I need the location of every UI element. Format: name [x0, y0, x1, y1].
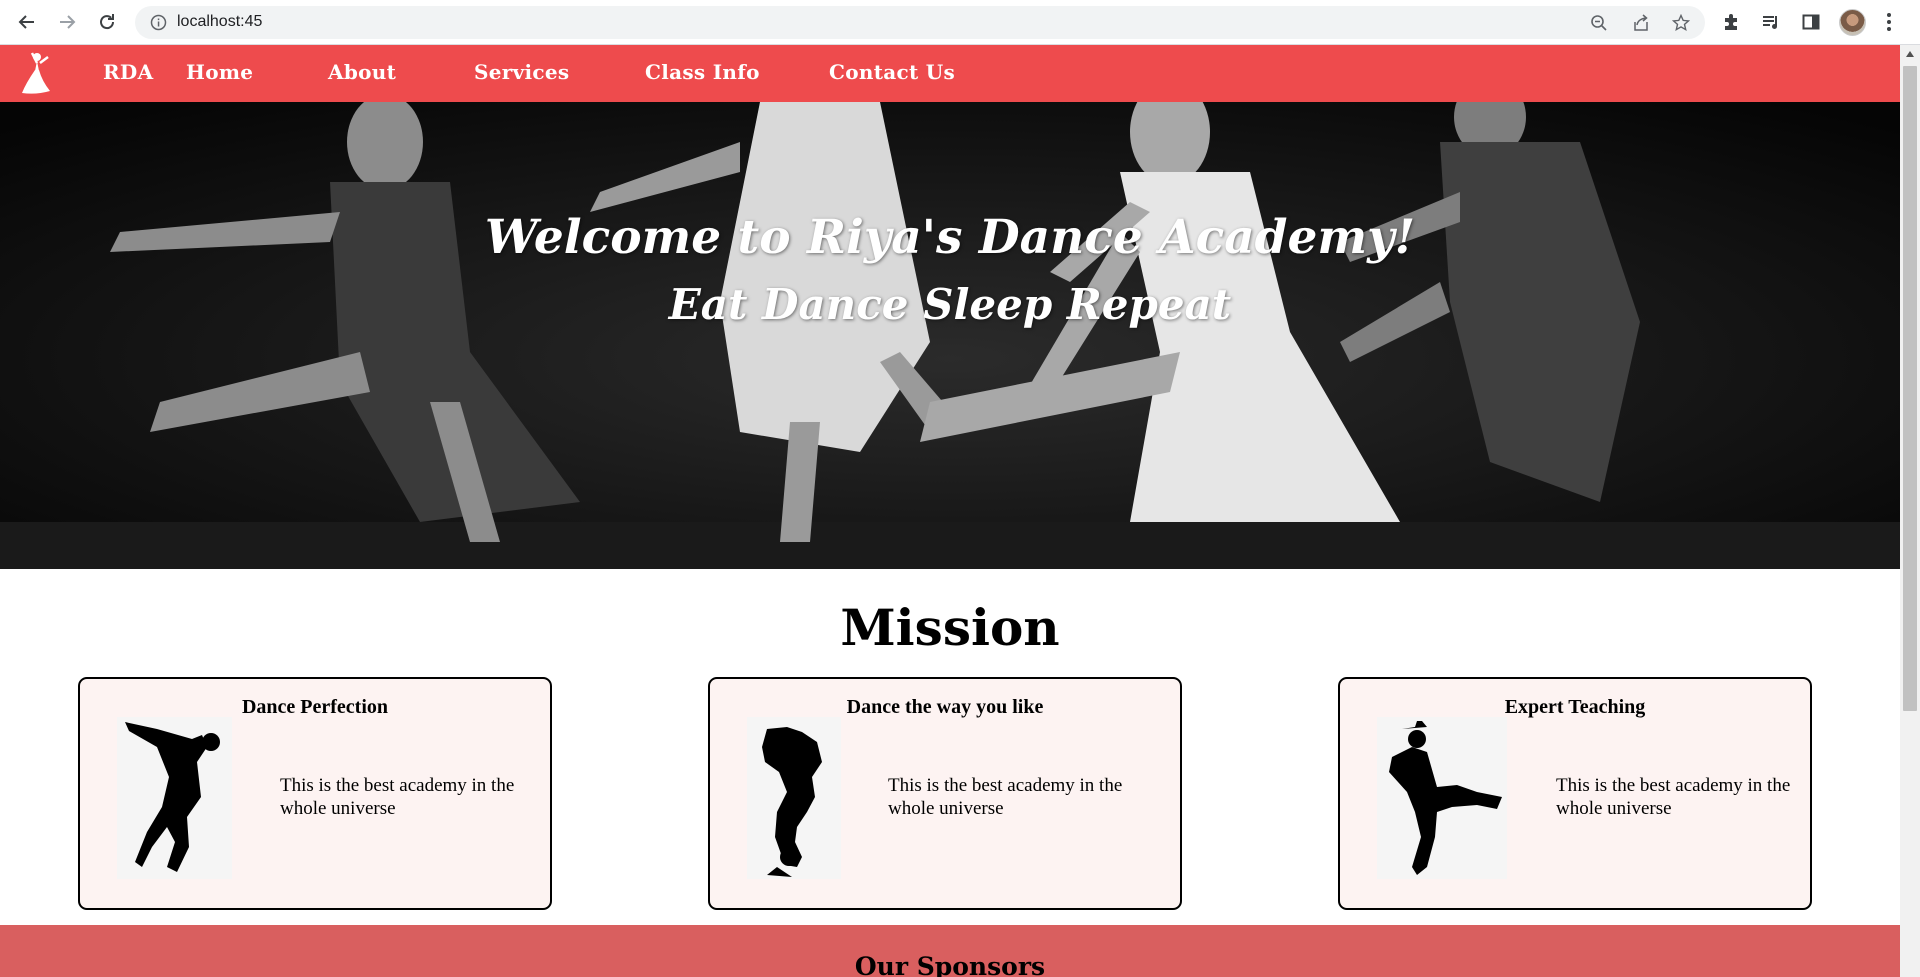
- back-arrow-icon[interactable]: [14, 9, 40, 35]
- reading-list-icon[interactable]: [1760, 11, 1782, 33]
- zoom-icon[interactable]: [1590, 14, 1608, 32]
- share-icon[interactable]: [1632, 14, 1650, 32]
- handstand-dancer-silhouette-image: [747, 717, 841, 879]
- card-text: This is the best academy in the whole un…: [1556, 775, 1791, 819]
- card-text: This is the best academy in the whole un…: [888, 775, 1123, 819]
- address-bar[interactable]: localhost:45: [135, 6, 1705, 39]
- card-title: Dance Perfection: [241, 696, 389, 718]
- card-title: Expert Teaching: [1504, 696, 1646, 718]
- nav-link-about[interactable]: About: [328, 60, 396, 84]
- nav-link-contact-us[interactable]: Contact Us: [829, 60, 955, 84]
- scroll-up-arrow-icon[interactable]: [1905, 50, 1915, 58]
- mission-card: Dance the way you like This is the best …: [708, 677, 1182, 910]
- hero-banner: Welcome to Riya's Dance Academy! Eat Dan…: [0, 102, 1900, 569]
- card-text: This is the best academy in the whole un…: [280, 775, 515, 819]
- browser-toolbar: localhost:45: [0, 0, 1920, 45]
- extensions-icon[interactable]: [1720, 11, 1742, 33]
- hero-dancers-image: [0, 102, 1900, 569]
- info-icon[interactable]: [150, 14, 167, 31]
- nav-link-class-info[interactable]: Class Info: [645, 60, 760, 84]
- forward-arrow-icon[interactable]: [54, 9, 80, 35]
- hero-title: Welcome to Riya's Dance Academy!: [484, 210, 1416, 265]
- sponsors-section: Our Sponsors: [0, 925, 1900, 977]
- mission-card: Expert Teaching This is the best academy…: [1338, 677, 1812, 910]
- menu-kebab-icon[interactable]: [1886, 12, 1892, 32]
- nav-link-home[interactable]: Home: [186, 60, 253, 84]
- star-icon[interactable]: [1672, 14, 1690, 32]
- card-title: Dance the way you like: [846, 696, 1044, 718]
- reload-icon[interactable]: [94, 9, 120, 35]
- url-text[interactable]: localhost:45: [177, 13, 262, 31]
- hat-dancer-silhouette-image: [1377, 717, 1507, 879]
- scrollbar-thumb[interactable]: [1903, 66, 1917, 711]
- site-navbar: RDA Home About Services Class Info Conta…: [0, 45, 1900, 102]
- mission-card: Dance Perfection This is the best academ…: [78, 677, 552, 910]
- breakdancer-silhouette-image: [117, 717, 232, 879]
- sponsors-heading: Our Sponsors: [854, 952, 1046, 977]
- nav-brand-rda[interactable]: RDA: [103, 60, 153, 84]
- profile-avatar[interactable]: [1839, 9, 1866, 36]
- side-panel-icon[interactable]: [1800, 11, 1822, 33]
- dancer-logo-icon[interactable]: [18, 49, 52, 97]
- nav-link-services[interactable]: Services: [474, 60, 570, 84]
- mission-heading: Mission: [840, 598, 1060, 657]
- hero-subtitle: Eat Dance Sleep Repeat: [668, 280, 1232, 329]
